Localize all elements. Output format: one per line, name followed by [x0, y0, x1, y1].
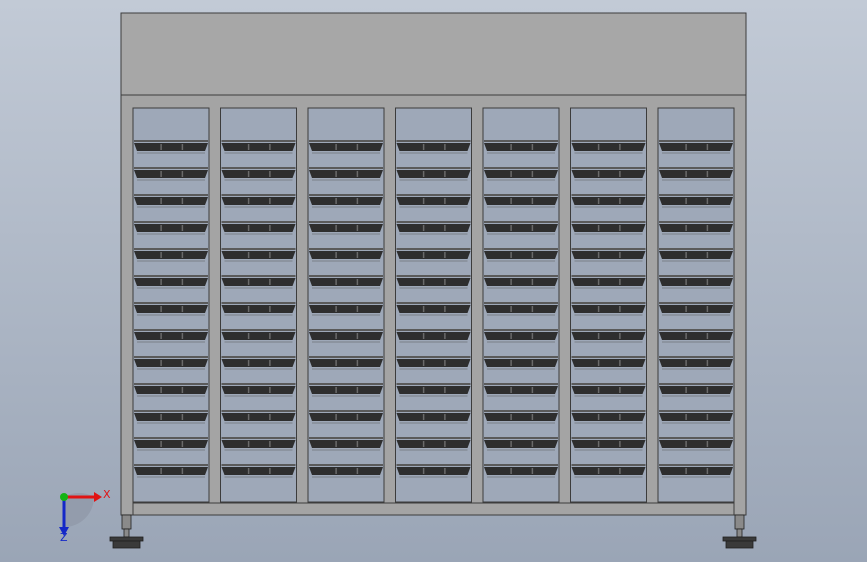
leveling-foot-right — [722, 514, 757, 549]
rack-column-1 — [132, 107, 210, 503]
rack-bottom-rail — [132, 502, 735, 516]
rack-column-3 — [307, 107, 385, 503]
rack-column-6 — [570, 107, 647, 503]
rack-column-5 — [482, 107, 560, 503]
coordinate-triad: X Z — [59, 488, 111, 544]
y-axis-origin-icon — [60, 493, 68, 501]
rack-column-7 — [657, 107, 735, 503]
cad-viewport[interactable]: X Z — [0, 0, 867, 562]
leveling-foot-left — [109, 514, 144, 549]
rack-column-4 — [395, 107, 472, 503]
rack-columns — [132, 107, 735, 503]
rack-top-panel — [120, 12, 747, 96]
x-axis-label: X — [103, 488, 111, 501]
x-axis-arrowhead — [94, 492, 102, 502]
shelving-rack-model[interactable] — [109, 12, 757, 549]
z-axis-label: Z — [60, 531, 68, 544]
rack-column-2 — [220, 107, 297, 503]
